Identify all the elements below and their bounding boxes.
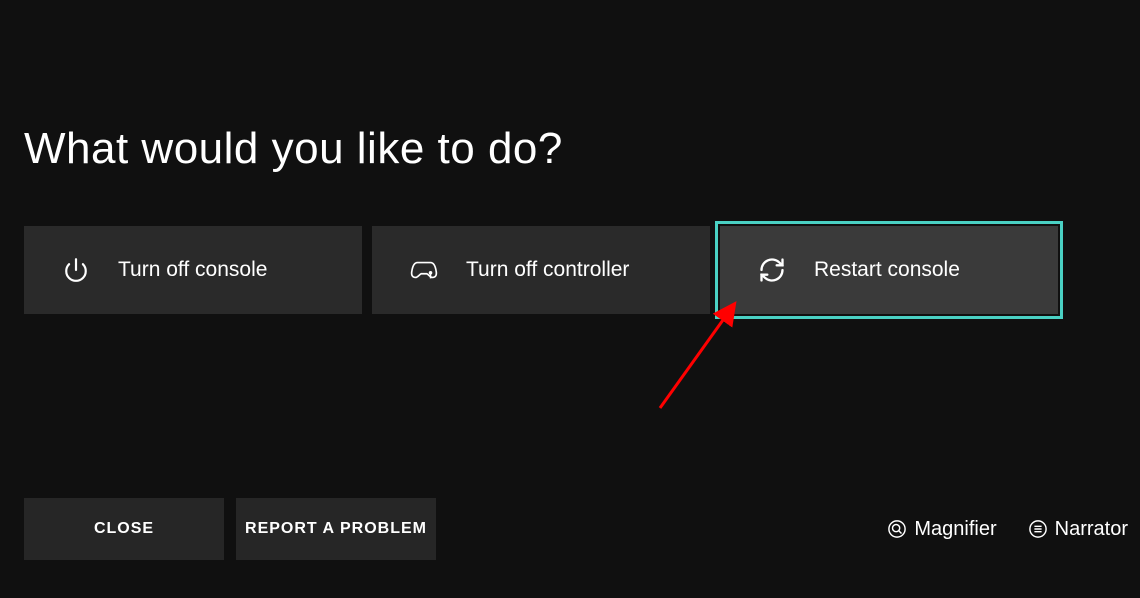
page-title: What would you like to do? [24,124,1116,174]
restart-console-button[interactable]: Restart console [720,226,1058,314]
power-options-row: Turn off console Turn off controller [24,226,1116,314]
magnifier-icon [888,520,906,538]
annotation-arrow-icon [655,298,745,413]
controller-icon [410,256,438,284]
narrator-label: Narrator [1055,518,1128,541]
turn-off-controller-label: Turn off controller [466,258,629,282]
report-label: REPORT A PROBLEM [245,520,427,538]
bottom-right-buttons: Magnifier Narrator [888,518,1128,541]
restart-icon [758,256,786,284]
magnifier-button[interactable]: Magnifier [888,518,996,541]
close-label: CLOSE [94,520,154,538]
narrator-button[interactable]: Narrator [1029,518,1128,541]
report-problem-button[interactable]: REPORT A PROBLEM [236,498,436,560]
bottom-bar: CLOSE REPORT A PROBLEM Magnifier [24,498,1128,560]
narrator-icon [1029,520,1047,538]
turn-off-console-label: Turn off console [118,258,267,282]
turn-off-console-button[interactable]: Turn off console [24,226,362,314]
power-icon [62,256,90,284]
restart-console-label: Restart console [814,258,960,282]
bottom-left-buttons: CLOSE REPORT A PROBLEM [24,498,436,560]
close-button[interactable]: CLOSE [24,498,224,560]
power-menu-container: What would you like to do? Turn off cons… [0,0,1140,598]
turn-off-controller-button[interactable]: Turn off controller [372,226,710,314]
magnifier-label: Magnifier [914,518,996,541]
